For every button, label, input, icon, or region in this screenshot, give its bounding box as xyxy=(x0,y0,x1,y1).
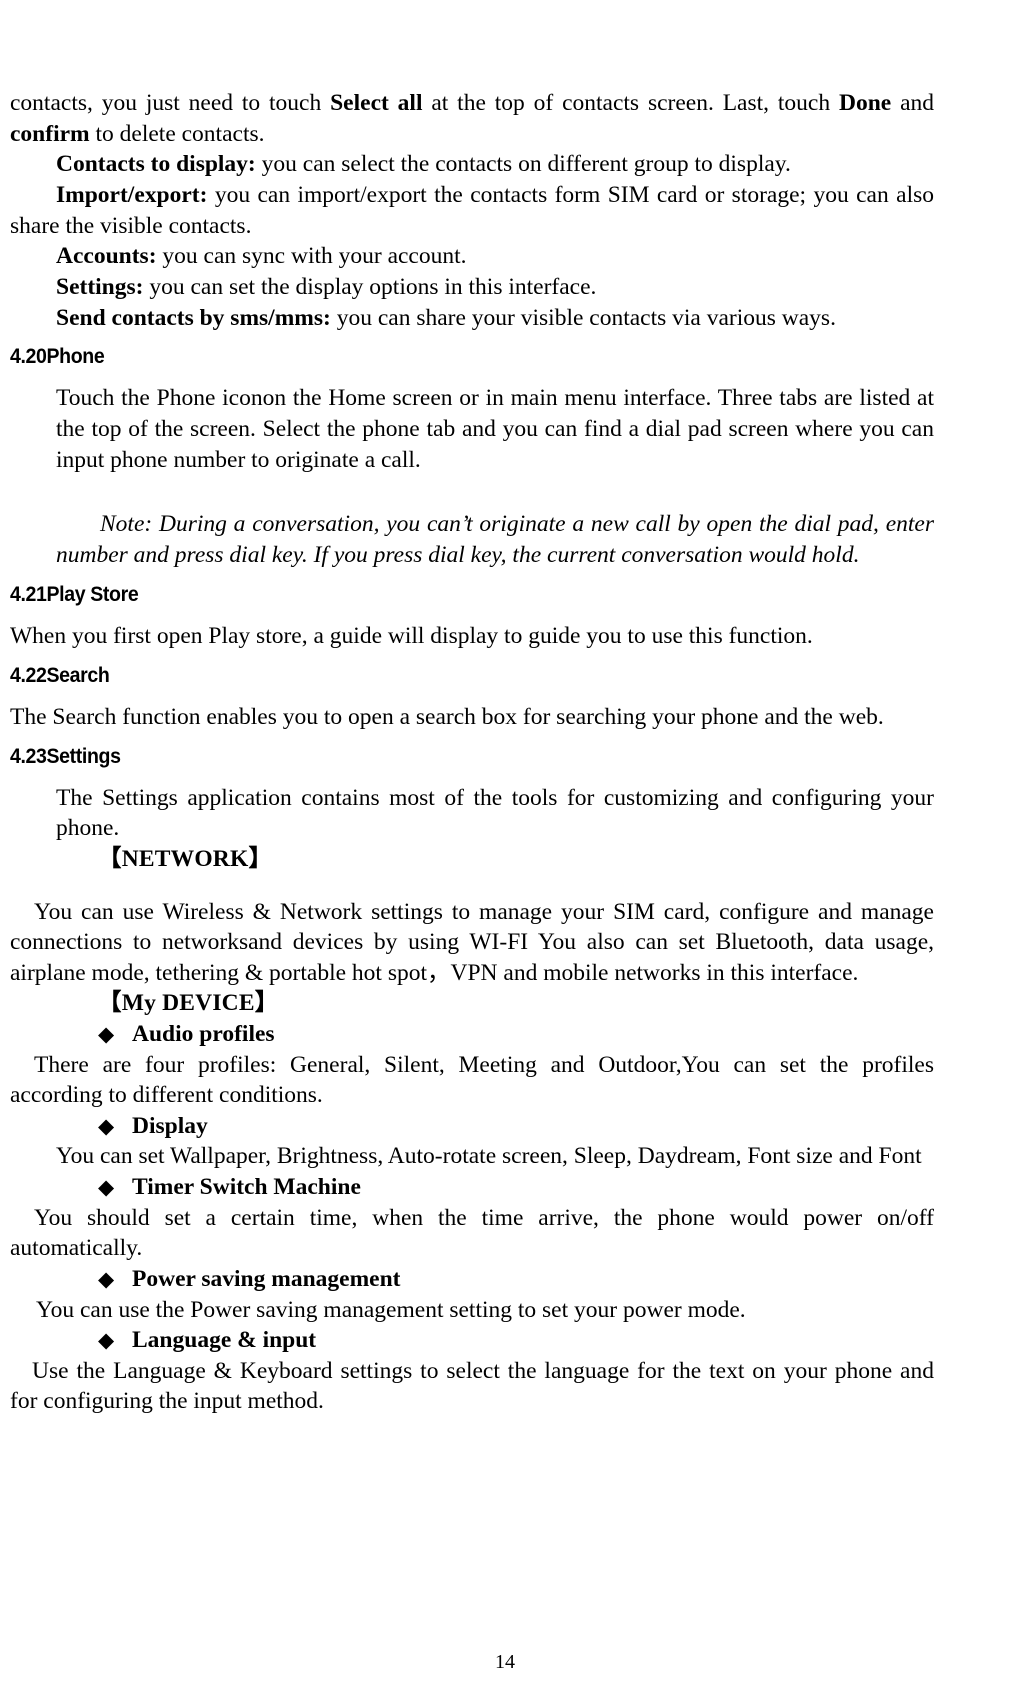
bullet-item-display: ◆ Display xyxy=(98,1111,934,1142)
confirm-label: confirm xyxy=(10,120,90,147)
bullet-label: Timer Switch Machine xyxy=(132,1174,361,1201)
diamond-bullet-icon: ◆ xyxy=(98,1328,115,1353)
done-label: Done xyxy=(838,90,892,116)
diamond-bullet-icon: ◆ xyxy=(98,1266,115,1291)
option-text: you can share your visible contacts via … xyxy=(330,304,836,331)
play-store-body: When you first open Play store, a guide … xyxy=(10,623,813,650)
page-number: 14 xyxy=(495,1651,515,1673)
intro-text-part4: to delete contacts. xyxy=(89,120,265,147)
bullet-item-timer-switch-machine: ◆ Timer Switch Machine xyxy=(98,1172,934,1203)
option-label: Send contacts by sms/mms: xyxy=(56,304,331,331)
heading-play-store: 4.21Play Store xyxy=(10,582,139,606)
page-content: contacts, you just need to touch Select … xyxy=(10,88,934,1417)
option-text: you can set the display options in this … xyxy=(143,273,597,300)
bullet-label: Power saving management xyxy=(132,1265,401,1292)
phone-body: Touch the Phone iconon the Home screen o… xyxy=(56,385,934,473)
settings-body: The Settings application contains most o… xyxy=(56,784,934,842)
heading-search: 4.22Search xyxy=(10,663,110,687)
diamond-bullet-icon: ◆ xyxy=(98,1175,115,1200)
bullet-item-language-and-input: ◆ Language & input xyxy=(98,1325,934,1356)
display-body: You can set Wallpaper, Brightness, Auto-… xyxy=(56,1143,922,1170)
select-all-label: Select all xyxy=(330,90,423,116)
bullet-label: Language & input xyxy=(132,1327,317,1354)
power-saving-body: You can use the Power saving management … xyxy=(36,1296,746,1323)
group-title-my-device: 【My DEVICE】 xyxy=(98,990,279,1017)
option-accounts: Accounts: you can sync with your account… xyxy=(56,241,934,272)
option-text: you can select the contacts on different… xyxy=(255,151,791,178)
option-send-contacts: Send contacts by sms/mms: you can share … xyxy=(56,303,934,334)
option-contacts-to-display: Contacts to display: you can select the … xyxy=(56,149,934,180)
bullet-item-audio-profiles: ◆ Audio profiles xyxy=(98,1019,934,1050)
audio-profiles-body: There are four profiles: General, Silent… xyxy=(10,1051,934,1109)
option-label: Accounts: xyxy=(56,243,157,270)
intro-text-part3: and xyxy=(891,90,934,116)
network-body: You can use Wireless & Network settings … xyxy=(10,898,934,986)
intro-text-part1: contacts, you just need to touch xyxy=(10,90,331,116)
heading-settings: 4.23Settings xyxy=(10,744,121,768)
search-body: The Search function enables you to open … xyxy=(10,703,884,730)
phone-note: Note: During a conversation, you can’t o… xyxy=(56,511,934,569)
bullet-label: Display xyxy=(132,1112,208,1139)
option-label: Contacts to display: xyxy=(56,151,256,178)
intro-paragraph: contacts, you just need to touch Select … xyxy=(10,88,934,149)
diamond-bullet-icon: ◆ xyxy=(98,1022,115,1047)
option-settings: Settings: you can set the display option… xyxy=(56,272,934,303)
bullet-label: Audio profiles xyxy=(132,1021,275,1048)
option-label: Settings: xyxy=(56,273,144,300)
heading-phone: 4.20Phone xyxy=(10,345,105,369)
manual-page: contacts, you just need to touch Select … xyxy=(0,0,1010,1702)
bullet-item-power-saving-management: ◆ Power saving management xyxy=(98,1264,934,1295)
option-label: Import/export: xyxy=(56,181,208,208)
option-text: you can sync with your account. xyxy=(156,243,467,270)
intro-text-part2: at the top of contacts screen. Last, tou… xyxy=(422,90,839,116)
group-title-network: 【NETWORK】 xyxy=(98,845,273,872)
diamond-bullet-icon: ◆ xyxy=(98,1113,115,1138)
option-import-export: Import/export: you can import/export the… xyxy=(10,180,934,241)
language-input-body: Use the Language & Keyboard settings to … xyxy=(10,1357,934,1415)
timer-switch-machine-body: You should set a certain time, when the … xyxy=(10,1204,934,1262)
